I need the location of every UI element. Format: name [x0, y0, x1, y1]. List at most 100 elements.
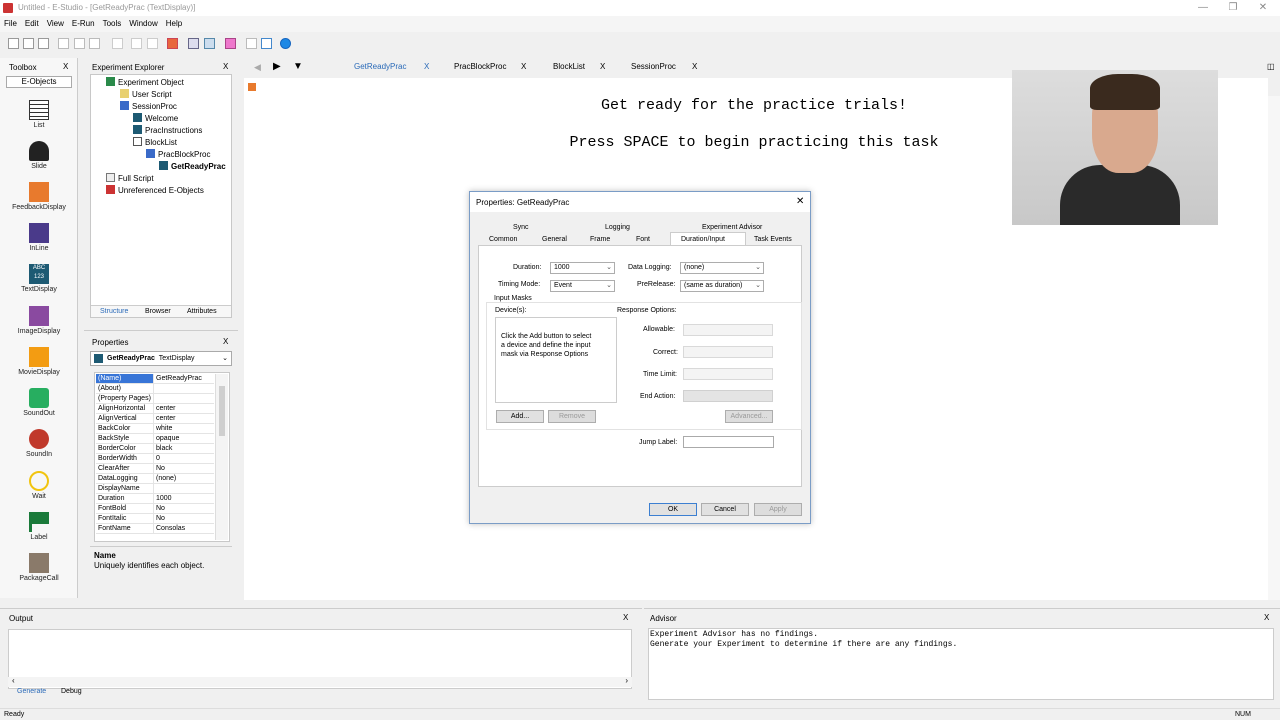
property-row[interactable]: BorderColor black: [96, 444, 214, 454]
data-logging-select[interactable]: (none) ⌄: [680, 262, 764, 274]
output-close-icon[interactable]: X: [623, 611, 628, 625]
canvas-scrollbar[interactable]: [1268, 96, 1280, 600]
property-value[interactable]: (none): [154, 474, 214, 483]
undo-icon[interactable]: [131, 38, 142, 49]
menu-view[interactable]: View: [43, 16, 68, 32]
advisor-close-icon[interactable]: X: [1264, 611, 1269, 625]
advanced-button[interactable]: Advanced...: [725, 410, 773, 423]
tool-label-item[interactable]: Label: [0, 512, 78, 541]
tab-frame[interactable]: Frame: [590, 236, 610, 243]
tab-duration-input[interactable]: Duration/Input: [670, 232, 746, 246]
property-value[interactable]: No: [154, 504, 214, 513]
back-icon[interactable]: ◀: [254, 62, 261, 73]
property-row[interactable]: DataLogging (none): [96, 474, 214, 484]
property-value[interactable]: opaque: [154, 434, 214, 443]
tool-wait[interactable]: Wait: [0, 471, 78, 500]
copy-icon[interactable]: [74, 38, 85, 49]
tool-moviedisplay[interactable]: MovieDisplay: [0, 347, 78, 376]
property-row[interactable]: ClearAfter No: [96, 464, 214, 474]
tool-soundin[interactable]: SoundIn: [0, 429, 78, 458]
doc-tab-getreadyprac[interactable]: GetReadyPrac X: [341, 60, 429, 74]
tools-icon[interactable]: [204, 38, 215, 49]
object-selector[interactable]: GetReadyPrac TextDisplay ⌄: [90, 351, 232, 366]
settings-icon[interactable]: [188, 38, 199, 49]
cut-icon[interactable]: [58, 38, 69, 49]
tool-textdisplay[interactable]: ABC 123 TextDisplay: [0, 264, 78, 293]
grid-icon[interactable]: [246, 38, 257, 49]
canvas-tool-icon[interactable]: [248, 83, 256, 91]
generate-icon[interactable]: [167, 38, 178, 49]
time-limit-select[interactable]: [683, 368, 773, 380]
tab-structure[interactable]: Structure: [100, 306, 128, 318]
duration-select[interactable]: 1000 ⌄: [550, 262, 615, 274]
window-icon[interactable]: [261, 38, 272, 49]
property-value[interactable]: white: [154, 424, 214, 433]
tool-list[interactable]: List: [0, 100, 78, 129]
property-row[interactable]: FontBold No: [96, 504, 214, 514]
explorer-close-icon[interactable]: X: [223, 60, 228, 74]
property-row[interactable]: Duration 1000: [96, 494, 214, 504]
property-row[interactable]: FontItalic No: [96, 514, 214, 524]
tree-item[interactable]: PracBlockProc: [146, 149, 210, 161]
property-row[interactable]: BackColor white: [96, 424, 214, 434]
menu-erun[interactable]: E-Run: [68, 16, 99, 32]
property-value[interactable]: No: [154, 464, 214, 473]
property-row[interactable]: AlignVertical center: [96, 414, 214, 424]
property-row[interactable]: (Property Pages): [96, 394, 214, 404]
scroll-thumb[interactable]: [219, 386, 225, 436]
correct-input[interactable]: [683, 346, 773, 358]
property-value[interactable]: 1000: [154, 494, 214, 503]
jump-label-input[interactable]: [683, 436, 774, 448]
redo-icon[interactable]: [147, 38, 158, 49]
plugin-icon[interactable]: [225, 38, 236, 49]
eobjects-tab[interactable]: E-Objects: [6, 76, 72, 88]
tree-item[interactable]: Welcome: [133, 113, 178, 125]
menu-window[interactable]: Window: [125, 16, 161, 32]
property-value[interactable]: [154, 384, 214, 393]
timing-mode-select[interactable]: Event ⌄: [550, 280, 615, 292]
scroll-left-icon[interactable]: ‹: [12, 676, 15, 685]
menu-help[interactable]: Help: [162, 16, 186, 32]
tree-item[interactable]: Experiment Object: [106, 77, 184, 89]
tool-slide[interactable]: Slide: [0, 141, 78, 170]
dialog-close-icon[interactable]: ✕: [796, 196, 804, 207]
tab-sync[interactable]: Sync: [513, 224, 529, 231]
tab-task-events[interactable]: Task Events: [754, 236, 792, 243]
tool-feedbackdisplay[interactable]: FeedbackDisplay: [0, 182, 78, 211]
paste-icon[interactable]: [89, 38, 100, 49]
property-value[interactable]: center: [154, 414, 214, 423]
property-row[interactable]: (Name) GetReadyPrac: [96, 374, 214, 384]
tab-attributes[interactable]: Attributes: [187, 306, 217, 318]
tree-item[interactable]: User Script: [120, 89, 172, 101]
tab-logging[interactable]: Logging: [605, 224, 630, 231]
add-device-button[interactable]: Add...: [496, 410, 544, 423]
ok-button[interactable]: OK: [649, 503, 697, 516]
property-row[interactable]: BackStyle opaque: [96, 434, 214, 444]
scroll-right-icon[interactable]: ›: [625, 676, 628, 685]
dropdown-icon[interactable]: ▼: [293, 61, 303, 72]
minimize-icon[interactable]: —: [1188, 0, 1218, 16]
property-value[interactable]: GetReadyPrac: [154, 374, 214, 383]
toolbox-close-icon[interactable]: X: [63, 60, 68, 74]
tab-debug[interactable]: Debug: [61, 688, 82, 695]
property-row[interactable]: AlignHorizontal center: [96, 404, 214, 414]
new-icon[interactable]: [8, 38, 19, 49]
property-value[interactable]: Consolas: [154, 524, 214, 533]
property-row[interactable]: DisplayName: [96, 484, 214, 494]
output-hscroll[interactable]: ‹ ›: [8, 676, 632, 687]
property-value[interactable]: black: [154, 444, 214, 453]
doc-tab-sessionproc[interactable]: SessionProc X: [618, 60, 697, 74]
tab-common[interactable]: Common: [489, 236, 517, 243]
panel-toggle-icon[interactable]: ◫: [1267, 62, 1275, 71]
tool-imagedisplay[interactable]: ImageDisplay: [0, 306, 78, 335]
tab-font[interactable]: Font: [636, 236, 650, 243]
info-icon[interactable]: [280, 38, 291, 49]
close-icon[interactable]: ✕: [1248, 0, 1278, 16]
tab-browser[interactable]: Browser: [145, 306, 171, 318]
restore-icon[interactable]: ❐: [1218, 0, 1248, 16]
devices-list[interactable]: [495, 317, 617, 403]
tool-packagecall[interactable]: PackageCall: [0, 553, 78, 582]
property-value[interactable]: [154, 394, 214, 403]
property-value[interactable]: [154, 484, 214, 493]
prerelease-select[interactable]: (same as duration) ⌄: [680, 280, 764, 292]
